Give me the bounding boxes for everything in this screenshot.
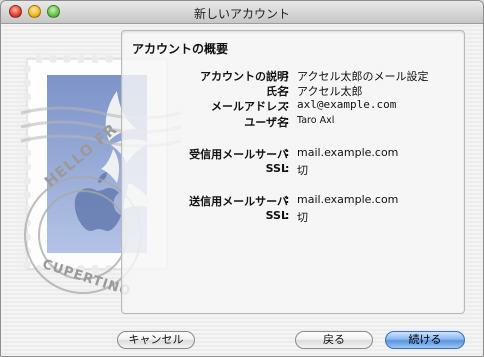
row-colon: : [285, 83, 290, 96]
row-colon: : [285, 114, 290, 127]
row-value: アクセル太郎 [297, 85, 363, 98]
row-colon: : [285, 193, 290, 206]
row-colon: : [285, 68, 290, 81]
row-label: 受信用メールサーバ [189, 148, 288, 161]
row-label: ユーザ名 [244, 116, 288, 129]
summary-row-outgoing-server: 送信用メールサーバ : mail.example.com [122, 193, 464, 208]
summary-row-outgoing-ssl: SSL : 切 [122, 209, 464, 224]
row-value: Taro Axl [297, 115, 335, 126]
summary-row-incoming-server: 受信用メールサーバ : mail.example.com [122, 146, 464, 161]
row-label: 送信用メールサーバ [189, 195, 288, 208]
window-title: 新しいアカウント [193, 7, 290, 21]
summary-row-name: 氏名 : アクセル太郎 [122, 83, 464, 98]
new-account-window: 新しいアカウント HELLO FR CUPERTINO アカウントの概要 アカウ… [0, 0, 484, 357]
row-colon: : [285, 146, 290, 159]
summary-row-email: メールアドレス : axl@example.com [122, 98, 464, 113]
back-button[interactable]: 戻る [295, 331, 373, 349]
summary-row-description: アカウントの説明 : アクセル太郎のメール設定 [122, 68, 464, 83]
row-label: メールアドレス [211, 100, 288, 113]
row-colon: : [285, 209, 290, 222]
row-value: 切 [297, 164, 308, 177]
row-colon: : [285, 162, 290, 175]
cancel-button[interactable]: キャンセル [117, 331, 195, 349]
row-value: mail.example.com [297, 193, 399, 206]
row-value: axl@example.com [297, 98, 397, 111]
section-title: アカウントの概要 [132, 42, 229, 56]
row-label: アカウントの説明 [200, 70, 288, 83]
account-summary-panel: アカウントの概要 アカウントの説明 : アクセル太郎のメール設定 氏名 : アク… [121, 30, 465, 314]
row-colon: : [285, 98, 290, 111]
title-bar[interactable]: 新しいアカウント [1, 1, 483, 24]
summary-row-username: ユーザ名 : Taro Axl [122, 114, 464, 129]
row-value: アクセル太郎のメール設定 [297, 70, 429, 83]
continue-button[interactable]: 続ける [385, 331, 465, 349]
summary-row-incoming-ssl: SSL : 切 [122, 162, 464, 177]
row-value: mail.example.com [297, 146, 399, 159]
row-value: 切 [297, 211, 308, 224]
